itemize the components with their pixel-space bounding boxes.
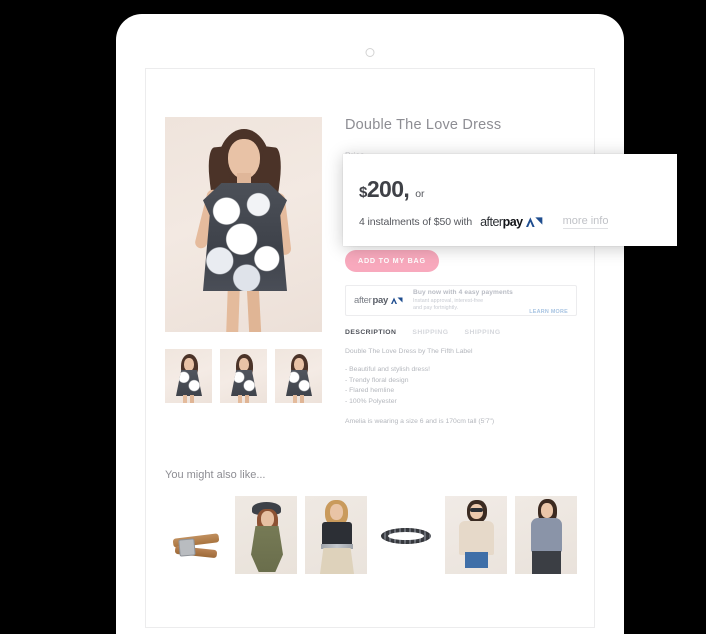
afterpay-banner-copy: Buy now with 4 easy payments Instant app…	[413, 289, 525, 311]
sunglasses-icon	[470, 508, 483, 512]
thumbnail-strip	[165, 349, 322, 403]
thumb-dress	[176, 370, 202, 396]
description-model-note: Amelia is wearing a size 6 and is 170cm …	[345, 418, 495, 426]
thumb-leg-left	[238, 395, 242, 403]
related-product-bracelet[interactable]	[375, 496, 437, 574]
afterpay-logo-pay-text: pay	[502, 215, 524, 229]
turtleneck-garment	[531, 518, 562, 552]
tab-shipping-1[interactable]: SHIPPING	[412, 329, 448, 336]
thumb-dress	[286, 370, 312, 396]
romper-garment	[251, 526, 283, 572]
related-product-romper[interactable]	[235, 496, 297, 574]
related-product-skirt[interactable]	[305, 496, 367, 574]
related-product-turtleneck[interactable]	[515, 496, 577, 574]
add-to-bag-button[interactable]: ADD TO MY BAG	[345, 250, 439, 272]
related-product-belt[interactable]	[165, 496, 227, 574]
thumb-leg-right	[190, 395, 194, 403]
popup-more-info-link[interactable]: more info	[562, 215, 609, 229]
afterpay-logo-large: after pay	[480, 215, 543, 229]
popup-instalment-row: 4 instalments of $50 with after pay more …	[359, 215, 661, 229]
bracelet-inner-opening	[388, 532, 424, 540]
turtleneck-model-skirt	[532, 551, 561, 574]
camera-dot-icon	[365, 48, 375, 57]
skirt-model-crop-top	[322, 522, 352, 546]
you-might-also-like-title: You might also like...	[165, 469, 266, 481]
product-title: Double The Love Dress	[345, 117, 502, 133]
thumb-face	[294, 358, 304, 371]
thumb-dress	[231, 370, 257, 396]
thumb-leg-left	[183, 395, 187, 403]
popup-instalment-text: 4 instalments of $50 with	[359, 216, 473, 228]
tab-shipping-2[interactable]: SHIPPING	[465, 329, 501, 336]
description-panel: Double The Love Dress by The Fifth Label…	[345, 348, 577, 425]
afterpay-chevron-icon	[391, 297, 403, 304]
tab-description[interactable]: DESCRIPTION	[345, 329, 396, 336]
description-bullet-2: - Trendy floral design	[345, 376, 409, 384]
product-thumbnail-2[interactable]	[220, 349, 267, 403]
thumb-leg-left	[293, 395, 297, 403]
afterpay-banner-subline-2: and pay fortnightly.	[413, 304, 459, 311]
thumb-leg-right	[300, 395, 304, 403]
main-product-image[interactable]	[165, 117, 322, 332]
afterpay-banner-headline: Buy now with 4 easy payments	[413, 289, 513, 297]
popup-price-amount: 200,	[366, 176, 410, 202]
afterpay-logo-pay-text: pay	[372, 295, 389, 306]
popup-currency-symbol: $	[359, 184, 367, 201]
model-figure-leg-left	[226, 286, 240, 332]
you-might-also-like-section: You might also like...	[165, 469, 577, 574]
turtleneck-model-face	[541, 503, 553, 518]
product-detail-tabs: DESCRIPTION SHIPPING SHIPPING	[345, 329, 577, 336]
description-bullet-3: - Flared hemline	[345, 387, 395, 395]
product-thumbnail-3[interactable]	[275, 349, 322, 403]
price-breakdown-popup: $200, or 4 instalments of $50 with after…	[343, 154, 677, 246]
skirt-garment	[320, 548, 354, 574]
afterpay-logo-after-text: after	[480, 215, 503, 229]
popup-price-row: $200, or	[359, 154, 661, 203]
thumb-face	[239, 358, 249, 371]
afterpay-logo-small: after pay	[354, 295, 403, 306]
afterpay-logo-after-text: after	[354, 295, 372, 306]
related-products-row	[165, 496, 577, 574]
model-figure-leg-right	[246, 286, 262, 332]
product-thumbnail-1[interactable]	[165, 349, 212, 403]
afterpay-banner-subline-1: Instant approval, interest-free	[413, 297, 484, 304]
product-gallery	[165, 117, 322, 403]
afterpay-learn-more-link[interactable]: LEARN MORE	[529, 309, 568, 315]
sweater-garment	[459, 521, 494, 555]
skirt-model-face	[330, 504, 343, 520]
romper-model-face	[261, 511, 274, 527]
afterpay-promo-banner[interactable]: after pay Buy now with 4 easy payments In…	[345, 285, 577, 316]
thumb-face	[184, 358, 194, 371]
related-product-sweater[interactable]	[445, 496, 507, 574]
tablet-device-frame: Double The Love Dress Price ADD TO MY BA…	[116, 14, 624, 634]
popup-or-label: or	[415, 188, 425, 200]
sweater-model-shorts	[465, 552, 488, 568]
browser-page-canvas: Double The Love Dress Price ADD TO MY BA…	[145, 68, 595, 628]
thumb-leg-right	[245, 395, 249, 403]
afterpay-chevron-icon	[525, 217, 542, 227]
floral-dress-garment	[203, 183, 287, 291]
description-bullet-4: - 100% Polyester	[345, 397, 397, 405]
belt-buckle	[178, 538, 196, 557]
description-intro: Double The Love Dress by The Fifth Label	[345, 348, 473, 355]
description-bullet-1: - Beautiful and stylish dress!	[345, 366, 431, 373]
